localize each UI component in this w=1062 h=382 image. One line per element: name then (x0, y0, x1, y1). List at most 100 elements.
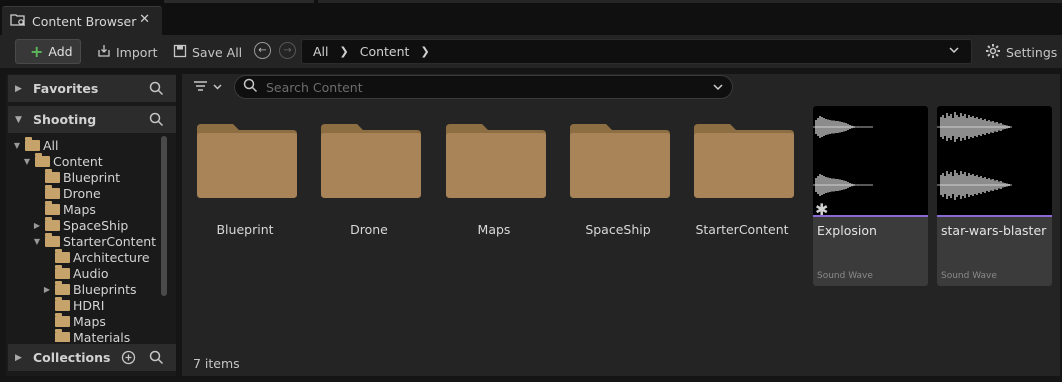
asset-card-explosion[interactable]: ✱ Explosion Sound Wave (813, 106, 928, 286)
tree-item-label: Drone (63, 185, 101, 201)
folder-icon (570, 124, 670, 198)
folder-icon (55, 296, 70, 311)
breadcrumb[interactable]: All ❯ Content ❯ (301, 39, 972, 64)
tree-item-label: Maps (73, 313, 106, 329)
folder-maps[interactable] (442, 118, 546, 198)
folder-icon (45, 232, 60, 247)
folder-label: Drone (350, 222, 388, 237)
folder-icon (55, 280, 70, 295)
tree-item-label: StarterContent (63, 233, 157, 249)
project-header[interactable]: ▼ Shooting (8, 106, 176, 133)
folder-icon (25, 136, 40, 151)
chevron-down-icon[interactable] (712, 81, 724, 96)
add-circle-icon[interactable] (121, 350, 136, 368)
forward-arrow-icon[interactable]: → (279, 42, 296, 59)
tree-scrollbar[interactable] (161, 136, 167, 296)
collapse-arrow-icon[interactable]: ▼ (12, 141, 22, 150)
back-arrow-icon[interactable]: ← (254, 42, 271, 59)
asset-type-accent-bar (813, 215, 928, 217)
tab-strip-decoration (318, 0, 1062, 3)
content-browser-icon (10, 13, 26, 30)
folder-icon (45, 168, 60, 183)
folder-icon (45, 184, 60, 199)
tree-item[interactable]: Audio (42, 264, 109, 281)
search-bar[interactable] (234, 75, 733, 99)
expand-arrow-icon[interactable]: ▶ (32, 221, 42, 230)
chevron-right-icon[interactable]: ❯ (420, 45, 429, 58)
search-icon[interactable] (149, 350, 164, 368)
import-button[interactable]: Import (97, 40, 158, 64)
svg-text:✱: ✱ (815, 200, 828, 216)
breadcrumb-all[interactable]: All (313, 44, 329, 59)
tree-item[interactable]: Maps (42, 312, 106, 329)
tree-item[interactable]: Maps (32, 200, 96, 217)
expand-arrow-icon[interactable]: ▶ (15, 353, 25, 363)
folder-icon (197, 124, 297, 198)
expand-arrow-icon[interactable]: ▶ (15, 84, 25, 94)
collapse-arrow-icon[interactable]: ▼ (22, 157, 32, 166)
tree-item[interactable]: ▼ Content (22, 152, 103, 169)
tree-item[interactable]: ▶ SpaceShip (32, 216, 129, 233)
tree-item[interactable]: Materials (42, 328, 130, 342)
add-button[interactable]: + Add (15, 39, 81, 64)
asset-type: Sound Wave (817, 271, 873, 281)
save-icon (173, 44, 187, 61)
tab-strip-decoration (164, 0, 314, 3)
search-icon[interactable] (149, 81, 164, 99)
folder-icon (35, 152, 50, 167)
tree-item-label: Maps (63, 201, 96, 217)
search-input[interactable] (266, 79, 706, 95)
asset-card-star-wars-blaster[interactable]: star-wars-blaster Sound Wave (937, 106, 1052, 286)
tree-item[interactable]: ▶ Blueprints (42, 280, 137, 297)
tree-item[interactable]: Architecture (42, 248, 150, 265)
folder-drone[interactable] (317, 118, 421, 198)
add-button-label: Add (48, 44, 73, 59)
collections-label: Collections (33, 350, 111, 365)
collections-header[interactable]: ▶ Collections (8, 344, 176, 371)
settings-button-label: Settings (1006, 44, 1058, 60)
item-count: 7 items (193, 356, 240, 371)
save-all-button[interactable]: Save All (173, 40, 242, 64)
tree-item[interactable]: Blueprint (32, 168, 121, 185)
sound-wave-thumbnail: ✱ (813, 106, 928, 219)
settings-button[interactable]: Settings (985, 40, 1057, 64)
folder-icon (55, 328, 70, 342)
folder-icon (55, 312, 70, 327)
folder-label: Blueprint (216, 222, 274, 237)
folder-startercontent[interactable] (690, 118, 794, 198)
tree-item[interactable]: Drone (32, 184, 101, 201)
tab-title: Content Browser (32, 13, 137, 29)
plus-icon: + (30, 41, 44, 61)
search-icon[interactable] (149, 112, 164, 130)
tab-content-browser[interactable]: Content Browser ✕ (2, 6, 162, 35)
folder-spaceship[interactable] (566, 118, 670, 198)
folder-icon (45, 216, 60, 231)
search-icon (243, 78, 258, 96)
sound-wave-thumbnail (937, 106, 1052, 216)
tree-item[interactable]: ▼ StarterContent (32, 232, 157, 249)
expand-arrow-icon[interactable]: ▶ (42, 285, 52, 294)
tree-item-label: Audio (73, 265, 109, 281)
tree-item-label: SpaceShip (63, 217, 129, 233)
tree-item-label: Blueprint (63, 169, 121, 185)
collapse-arrow-icon[interactable]: ▼ (32, 237, 42, 246)
folder-label: Maps (477, 222, 511, 237)
collapse-arrow-icon[interactable]: ▼ (15, 115, 25, 125)
tree-item[interactable]: HDRI (42, 296, 104, 313)
folder-icon (55, 264, 70, 279)
tree-item[interactable]: ▼ All (12, 136, 59, 153)
folder-blueprint[interactable] (193, 118, 297, 198)
folder-icon (446, 124, 546, 198)
favorites-header[interactable]: ▶ Favorites (8, 75, 176, 102)
folder-icon (694, 124, 794, 198)
filter-button[interactable] (193, 80, 225, 97)
favorites-label: Favorites (33, 81, 99, 96)
chevron-down-icon[interactable] (948, 44, 960, 59)
breadcrumb-content[interactable]: Content (360, 44, 410, 59)
close-icon[interactable]: ✕ (139, 12, 150, 27)
save-all-button-label: Save All (192, 44, 243, 60)
gear-icon (985, 43, 1001, 62)
folder-icon (45, 200, 60, 215)
chevron-right-icon[interactable]: ❯ (340, 45, 349, 58)
tree-item-label: Content (53, 153, 103, 169)
